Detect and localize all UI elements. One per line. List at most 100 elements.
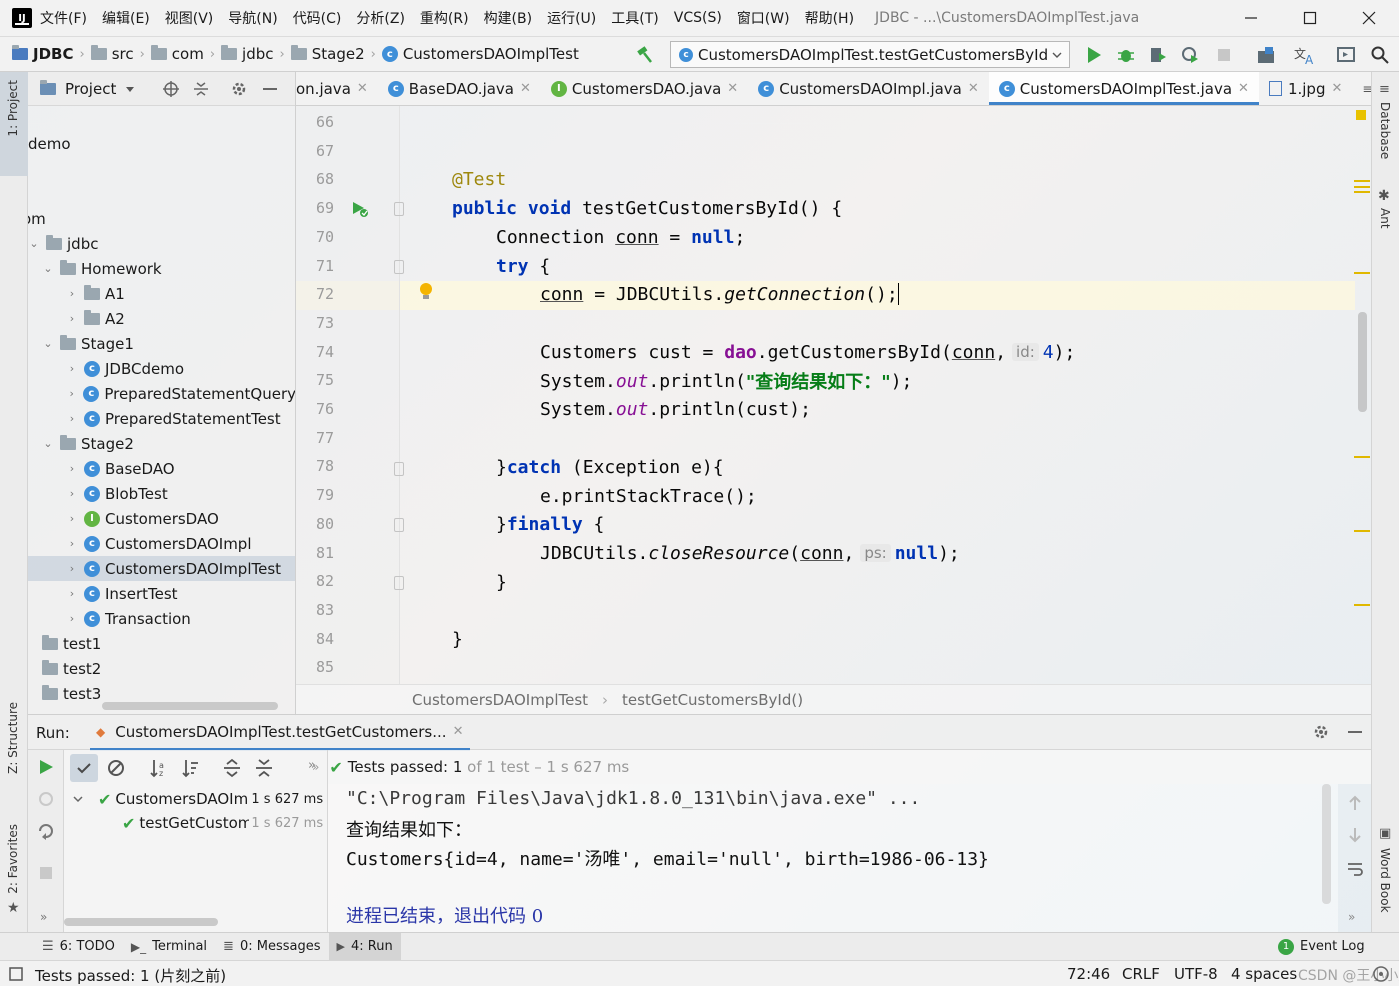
inspection-status-icon[interactable] (1356, 110, 1366, 120)
close-icon[interactable]: ✕ (453, 724, 464, 739)
editor-tab[interactable]: c CustomersDAOImplTest.java ✕ (988, 72, 1260, 105)
chevron-down-icon[interactable]: ⌄ (42, 437, 54, 450)
chevron-right-icon[interactable]: › (66, 562, 78, 575)
profile-button[interactable] (1180, 45, 1200, 65)
stripe-marker[interactable] (1354, 604, 1370, 606)
rerun-failed-icon[interactable] (37, 790, 55, 808)
chevron-down-icon[interactable] (124, 83, 136, 95)
crumb-stage2[interactable]: Stage2 › (290, 45, 382, 63)
maximize-button[interactable] (1286, 0, 1334, 36)
crumb-src[interactable]: src › (90, 45, 151, 63)
menu-view[interactable]: 视图(V) (165, 8, 214, 28)
console-vscrollbar[interactable] (1322, 784, 1331, 904)
chevron-right-icon[interactable]: › (66, 612, 78, 625)
breadcrumb-method[interactable]: testGetCustomersById() (622, 691, 803, 709)
editor-tab[interactable]: on.java ✕ (296, 72, 378, 105)
close-window-button[interactable] (1345, 0, 1393, 36)
more-icon[interactable]: » (1348, 910, 1355, 924)
debug-button[interactable] (1116, 45, 1136, 65)
chevron-down-icon[interactable] (72, 793, 84, 805)
menu-file[interactable]: 文件(F) (40, 8, 87, 28)
build-hammer-button[interactable] (635, 45, 655, 65)
translate-button[interactable]: 文A (1294, 45, 1314, 65)
show-passed-toggle[interactable] (70, 754, 98, 782)
chevron-down-icon[interactable]: ⌄ (42, 337, 54, 350)
inspector-icon[interactable] (1372, 965, 1390, 983)
project-tree-item[interactable]: › c InsertTest (28, 581, 295, 606)
stripe-marker[interactable] (1354, 186, 1370, 188)
close-tab-icon[interactable]: ✕ (1238, 81, 1249, 96)
project-tree-item[interactable]: › c CustomersDAOImpl (28, 531, 295, 556)
fold-marker[interactable] (394, 518, 404, 532)
project-tree-item[interactable]: › A2 (28, 306, 295, 331)
project-tree-item[interactable]: om (28, 206, 290, 231)
project-tree-item[interactable]: › c PreparedStatementQuery (28, 381, 295, 406)
file-encoding[interactable]: UTF-8 (1174, 965, 1218, 983)
project-hscrollbar[interactable] (102, 702, 278, 710)
sort-duration-icon[interactable] (180, 758, 200, 778)
event-log-button[interactable]: 1 Event Log (1270, 933, 1373, 961)
status-message[interactable]: Tests passed: 1 (片刻之前) (35, 965, 226, 986)
search-everywhere-button[interactable] (1370, 45, 1390, 65)
chevron-down-icon[interactable]: ⌄ (42, 262, 54, 275)
project-tool-tab[interactable]: 1: Project (6, 80, 20, 137)
menu-code[interactable]: 代码(C) (293, 8, 342, 28)
project-tree-item[interactable]: › c BaseDAO (28, 456, 295, 481)
menu-help[interactable]: 帮助(H) (805, 8, 854, 28)
toggle-tool-windows-icon[interactable] (8, 966, 24, 982)
menu-build[interactable]: 构建(B) (484, 8, 533, 28)
show-ignored-icon[interactable] (106, 758, 126, 778)
chevron-right-icon[interactable]: › (66, 362, 78, 375)
chevron-right-icon[interactable]: › (66, 537, 78, 550)
wordbook-tool-tab[interactable]: Word Book (1378, 848, 1392, 913)
caret-position[interactable]: 72:46 (1067, 965, 1110, 983)
project-structure-button[interactable] (1256, 45, 1276, 65)
project-view-title[interactable]: Project (65, 80, 116, 98)
chevron-right-icon[interactable]: › (66, 487, 78, 500)
arrow-down-icon[interactable] (1346, 826, 1364, 844)
project-tree-item[interactable]: test1 (28, 631, 295, 656)
stripe-marker[interactable] (1354, 530, 1370, 532)
hide-panel-icon[interactable] (262, 81, 278, 97)
chevron-right-icon[interactable]: › (66, 287, 78, 300)
menu-edit[interactable]: 编辑(E) (102, 8, 150, 28)
stripe-marker[interactable] (1354, 180, 1370, 182)
chevron-right-icon[interactable]: › (66, 312, 78, 325)
tab-overflow-button[interactable]: ≡2 (1352, 72, 1371, 105)
project-tree-item[interactable]: test2 (28, 656, 295, 681)
test-suite-row[interactable]: ✔ CustomersDAOIm| 1 s 627 ms (64, 786, 328, 812)
run-with-coverage-button[interactable] (1148, 45, 1168, 65)
expand-all-icon[interactable] (222, 758, 242, 778)
fold-marker[interactable] (394, 576, 404, 590)
structure-tool-tab[interactable]: Z: Structure (6, 702, 20, 774)
project-tree-item[interactable]: ⌄ Stage1 (28, 331, 295, 356)
run-configuration-select[interactable]: c CustomersDAOImplTest.testGetCustomersB… (670, 41, 1070, 68)
close-tab-icon[interactable]: ✕ (968, 81, 979, 96)
line-separator[interactable]: CRLF (1122, 965, 1160, 983)
stop-icon[interactable] (37, 864, 55, 882)
editor-tab[interactable]: 1.jpg ✕ (1259, 72, 1352, 105)
stripe-marker[interactable] (1354, 191, 1370, 193)
close-tab-icon[interactable]: ✕ (727, 81, 738, 96)
project-tree-item[interactable]: › I CustomersDAO (28, 506, 295, 531)
stripe-marker[interactable] (1354, 456, 1370, 458)
crumb-jdbc[interactable]: jdbc › (221, 45, 291, 63)
more-icon[interactable]: » (312, 760, 319, 774)
editor-tab[interactable]: c BaseDAO.java ✕ (378, 72, 541, 105)
menu-run[interactable]: 运行(U) (547, 8, 596, 28)
fold-marker[interactable] (394, 260, 404, 274)
run-tool-button[interactable]: ▶ 4: Run (328, 932, 401, 961)
project-tree-item[interactable]: › c CustomersDAOImplTest (28, 556, 295, 581)
chevron-right-icon[interactable]: › (66, 387, 77, 400)
crumb-project[interactable]: JDBC › (12, 45, 91, 63)
favorites-tool-tab[interactable]: 2: Favorites (6, 824, 20, 894)
tree-hscrollbar[interactable] (64, 918, 218, 926)
fold-marker[interactable] (394, 202, 404, 216)
menu-refactor[interactable]: 重构(R) (420, 8, 469, 28)
stop-button[interactable] (1214, 45, 1234, 65)
project-tree-item[interactable]: ⌄ Stage2 (28, 431, 295, 456)
code-editor[interactable]: @Test public void testGetCustomersById()… (400, 106, 1355, 684)
editor-vscrollbar[interactable] (1358, 312, 1367, 412)
menu-vcs[interactable]: VCS(S) (674, 10, 722, 26)
todo-tool-button[interactable]: ☰ 6: TODO (34, 933, 123, 961)
